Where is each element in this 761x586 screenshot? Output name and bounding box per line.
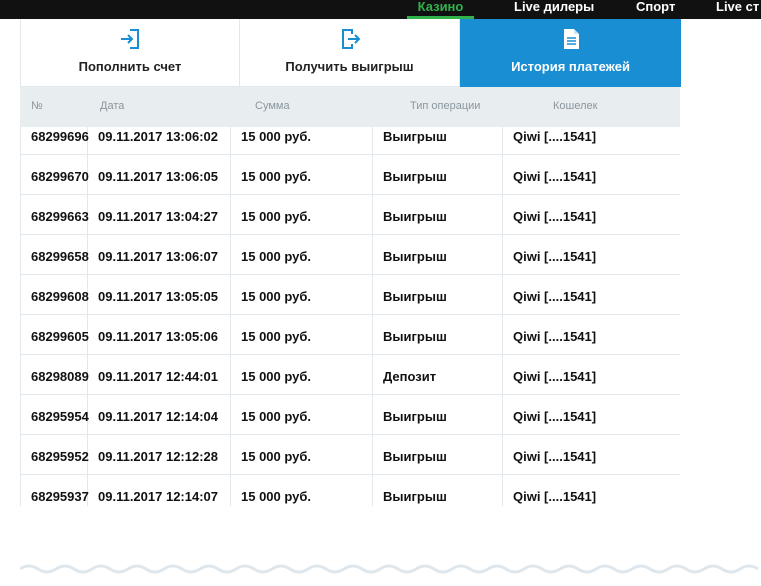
cell-wallet: Qiwi [....1541] xyxy=(513,449,597,464)
cell-wallet: Qiwi [....1541] xyxy=(513,249,597,264)
cell-id: 68299658 xyxy=(31,249,89,264)
cell-date: 09.11.2017 13:04:27 xyxy=(98,209,218,224)
cell-type: Выигрыш xyxy=(383,449,447,464)
cell-wallet: Qiwi [....1541] xyxy=(513,409,597,424)
cell-type: Выигрыш xyxy=(383,489,447,504)
cell-date: 09.11.2017 12:44:01 xyxy=(98,369,218,384)
document-icon xyxy=(563,29,579,49)
cell-id: 68295952 xyxy=(31,449,89,464)
table-row: 68295954 09.11.2017 12:14:04 15 000 руб.… xyxy=(21,395,680,435)
tab-deposit[interactable]: Пополнить счет xyxy=(21,19,240,87)
cell-wallet: Qiwi [....1541] xyxy=(513,369,597,384)
cell-id: 68299605 xyxy=(31,329,89,344)
cell-date: 09.11.2017 13:06:05 xyxy=(98,169,218,184)
tab-deposit-label: Пополнить счет xyxy=(78,59,182,74)
cell-amount: 15 000 руб. xyxy=(241,489,312,504)
payment-tabs: Пополнить счет Получить выигрыш История … xyxy=(20,19,681,87)
deposit-icon xyxy=(121,29,139,49)
column-header-date: Дата xyxy=(100,100,125,112)
cell-date: 09.11.2017 12:12:28 xyxy=(98,449,218,464)
cell-wallet: Qiwi [....1541] xyxy=(513,329,597,344)
nav-item-sport[interactable]: Спорт xyxy=(636,0,675,17)
table-row: 68299670 09.11.2017 13:06:05 15 000 руб.… xyxy=(21,155,680,195)
cell-id: 68299608 xyxy=(31,289,89,304)
cell-id: 68299670 xyxy=(31,169,89,184)
column-header-number: № xyxy=(31,100,43,112)
cell-date: 09.11.2017 13:06:07 xyxy=(98,249,218,264)
cell-amount: 15 000 руб. xyxy=(241,369,312,384)
table-header: № Дата Сумма Тип операции Кошелек xyxy=(20,87,680,127)
cell-wallet: Qiwi [....1541] xyxy=(513,489,597,504)
cell-amount: 15 000 руб. xyxy=(241,289,312,304)
table-row: 68295937 09.11.2017 12:14:07 15 000 руб.… xyxy=(21,475,680,506)
cell-amount: 15 000 руб. xyxy=(241,409,312,424)
cell-date: 09.11.2017 12:14:04 xyxy=(98,409,218,424)
column-header-type: Тип операции xyxy=(410,100,481,112)
cell-amount: 15 000 руб. xyxy=(241,169,312,184)
cell-type: Выигрыш xyxy=(383,249,447,264)
tab-payment-history[interactable]: История платежей xyxy=(460,19,681,87)
cell-amount: 15 000 руб. xyxy=(241,129,312,144)
table-row: 68299663 09.11.2017 13:04:27 15 000 руб.… xyxy=(21,195,680,235)
cell-wallet: Qiwi [....1541] xyxy=(513,289,597,304)
top-nav: Казино Live дилеры Спорт Live ст xyxy=(0,0,761,19)
cell-id: 68298089 xyxy=(31,369,89,384)
cell-date: 09.11.2017 13:05:05 xyxy=(98,289,218,304)
cell-amount: 15 000 руб. xyxy=(241,209,312,224)
cell-date: 09.11.2017 12:14:07 xyxy=(98,489,218,504)
table-row: 68299696 09.11.2017 13:06:02 15 000 руб.… xyxy=(21,127,680,155)
cell-wallet: Qiwi [....1541] xyxy=(513,169,597,184)
cell-amount: 15 000 руб. xyxy=(241,329,312,344)
nav-item-live-dealers[interactable]: Live дилеры xyxy=(514,0,594,17)
cell-id: 68299696 xyxy=(31,129,89,144)
table-row: 68298089 09.11.2017 12:44:01 15 000 руб.… xyxy=(21,355,680,395)
cell-type: Выигрыш xyxy=(383,209,447,224)
cell-id: 68295937 xyxy=(31,489,89,504)
cell-wallet: Qiwi [....1541] xyxy=(513,209,597,224)
cell-amount: 15 000 руб. xyxy=(241,249,312,264)
payment-history-table[interactable]: 68299696 09.11.2017 13:06:02 15 000 руб.… xyxy=(20,127,680,506)
cell-type: Депозит xyxy=(383,369,437,384)
nav-item-casino[interactable]: Казино xyxy=(407,0,474,19)
cell-wallet: Qiwi [....1541] xyxy=(513,129,597,144)
cell-type: Выигрыш xyxy=(383,289,447,304)
cell-date: 09.11.2017 13:05:06 xyxy=(98,329,218,344)
tab-withdraw-label: Получить выигрыш xyxy=(285,59,414,74)
cell-type: Выигрыш xyxy=(383,169,447,184)
cell-type: Выигрыш xyxy=(383,329,447,344)
withdraw-icon xyxy=(341,29,360,49)
column-header-wallet: Кошелек xyxy=(553,100,598,112)
table-row: 68299605 09.11.2017 13:05:06 15 000 руб.… xyxy=(21,315,680,355)
nav-item-live-sport[interactable]: Live ст xyxy=(716,0,759,17)
cell-type: Выигрыш xyxy=(383,409,447,424)
table-row: 68299608 09.11.2017 13:05:05 15 000 руб.… xyxy=(21,275,680,315)
tab-payment-history-label: История платежей xyxy=(511,59,630,74)
tab-withdraw[interactable]: Получить выигрыш xyxy=(240,19,460,87)
column-header-amount: Сумма xyxy=(255,100,290,112)
wave-divider xyxy=(20,564,759,574)
cell-type: Выигрыш xyxy=(383,129,447,144)
cell-id: 68295954 xyxy=(31,409,89,424)
cell-id: 68299663 xyxy=(31,209,89,224)
table-row: 68295952 09.11.2017 12:12:28 15 000 руб.… xyxy=(21,435,680,475)
table-row: 68299658 09.11.2017 13:06:07 15 000 руб.… xyxy=(21,235,680,275)
cell-date: 09.11.2017 13:06:02 xyxy=(98,129,218,144)
cell-amount: 15 000 руб. xyxy=(241,449,312,464)
